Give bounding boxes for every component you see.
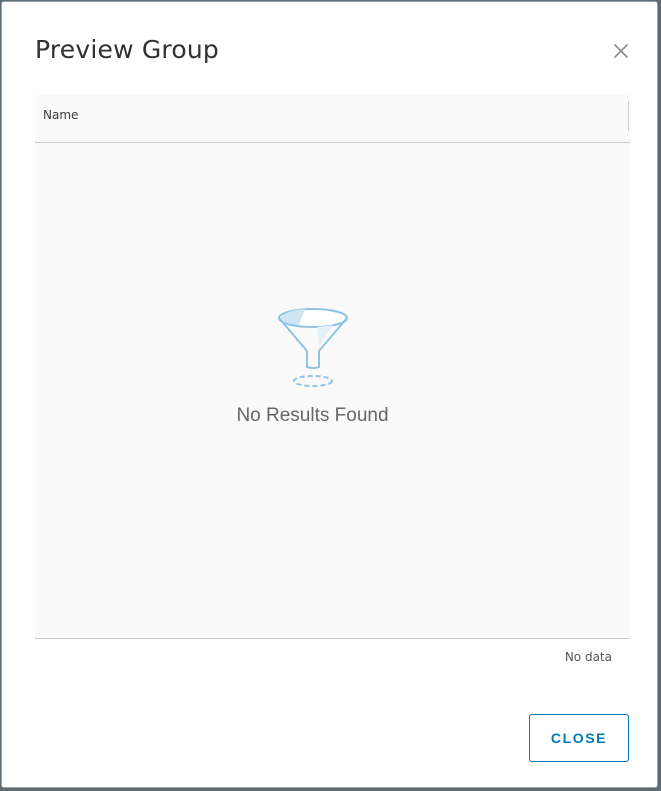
filter-funnel-icon bbox=[278, 308, 348, 387]
empty-message: No Results Found bbox=[236, 405, 389, 426]
preview-group-dialog: Preview Group Name No Results Found No d… bbox=[1, 1, 658, 788]
close-button[interactable]: CLOSE bbox=[529, 714, 629, 762]
close-icon[interactable] bbox=[609, 39, 633, 63]
datagrid: Name No Results Found No data bbox=[35, 95, 630, 681]
footer-description: No data bbox=[564, 650, 612, 664]
dialog-title: Preview Group bbox=[35, 35, 219, 64]
column-header-name[interactable]: Name bbox=[43, 108, 78, 122]
column-resize-handle[interactable] bbox=[628, 101, 629, 131]
datagrid-footer: No data bbox=[35, 638, 630, 681]
datagrid-header: Name bbox=[35, 95, 630, 143]
empty-placeholder: No Results Found bbox=[35, 143, 630, 638]
